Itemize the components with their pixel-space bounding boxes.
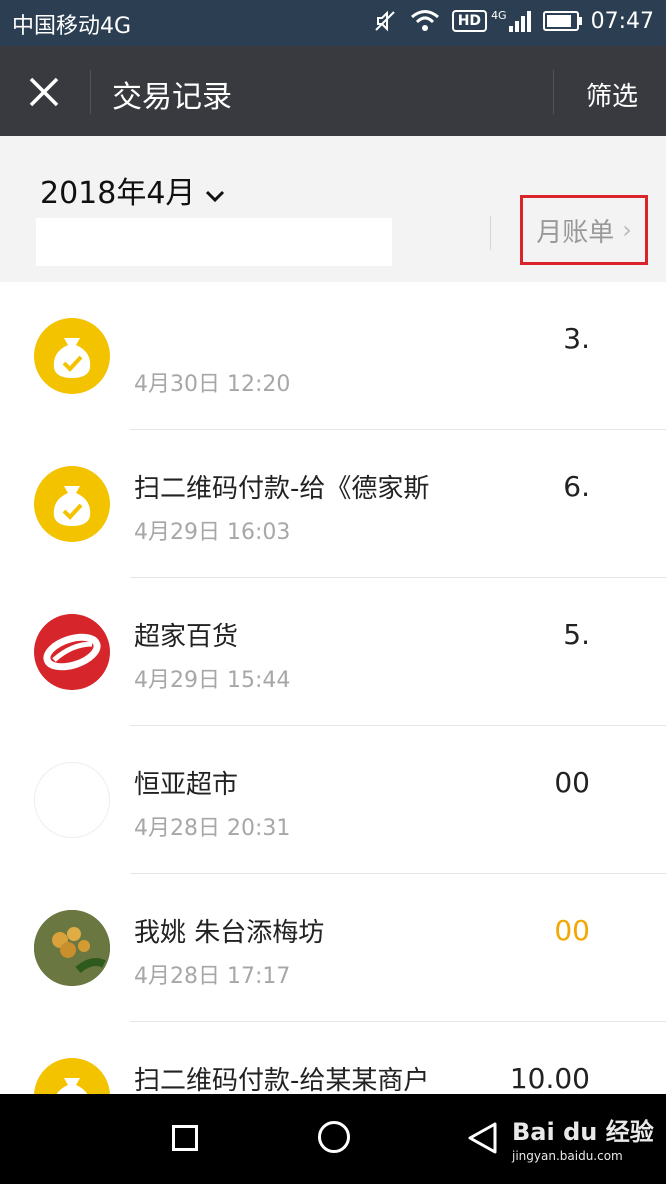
transaction-time: 4月28日 17:17 (134, 964, 291, 989)
baidu-watermark: Bai du 经验 jingyan.baidu.com (512, 1112, 654, 1163)
month-summary: 2018年4月 月账单 › (0, 136, 666, 282)
transaction-name: 超家百货 (134, 622, 239, 650)
carrier-label: 中国移动4G (12, 14, 132, 39)
money-bag-icon (34, 466, 110, 542)
transaction-time: 4月29日 16:03 (134, 520, 291, 545)
transaction-amount: 00 (554, 914, 590, 947)
transaction-list: 4月30日 12:20 3. 扫二维码付款-给《德家斯 4月29日 16:03 6. 超家… (0, 282, 666, 1170)
hd-icon: HD (451, 10, 488, 32)
back-icon[interactable] (466, 1121, 498, 1155)
red-logo (34, 614, 110, 690)
mute-icon (375, 10, 395, 32)
monthly-bill-button[interactable]: 月账单 › (520, 195, 648, 265)
transaction-name: 恒亚超市 (134, 770, 239, 798)
transaction-amount: 00 (554, 766, 590, 799)
chevron-right-icon: › (622, 216, 632, 244)
recent-apps-icon[interactable] (172, 1125, 198, 1151)
blank-avatar (34, 762, 110, 838)
status-bar: 中国移动4G HD 4G 07:47 (0, 0, 666, 46)
summary-amount-mask (36, 218, 392, 266)
chevron-down-icon (206, 190, 225, 203)
transaction-name: 扫二维码付款-给《德家斯 (134, 474, 430, 502)
month-label: 2018年4月 (40, 176, 196, 211)
transaction-amount: 3. (563, 322, 590, 355)
clock: 07:47 (590, 8, 654, 34)
watermark-url: jingyan.baidu.com (512, 1149, 623, 1163)
transaction-name: 我姚 朱台添梅坊 (134, 918, 325, 946)
transaction-row[interactable]: 超家百货 4月29日 15:44 5. (0, 578, 666, 726)
transaction-name (134, 320, 474, 354)
filter-divider (553, 70, 554, 114)
fruit-photo (34, 910, 110, 986)
transaction-time: 4月29日 15:44 (134, 668, 291, 693)
month-selector[interactable]: 2018年4月 (40, 168, 225, 212)
bill-divider (490, 216, 491, 250)
transaction-row[interactable]: 4月30日 12:20 3. (0, 282, 666, 430)
status-icons: HD 4G 07:47 (372, 8, 654, 34)
system-nav-bar: Bai du 经验 jingyan.baidu.com (0, 1094, 666, 1184)
transaction-row[interactable]: 我姚 朱台添梅坊 4月28日 17:17 00 (0, 874, 666, 1022)
signal-icon: 4G (491, 9, 531, 32)
watermark-brand: Bai du 经验 (512, 1118, 654, 1146)
close-button[interactable] (18, 66, 70, 118)
transaction-amount: 5. (563, 618, 590, 651)
wifi-icon (410, 10, 439, 31)
close-icon (29, 77, 59, 107)
home-icon[interactable] (318, 1121, 350, 1153)
monthly-bill-label: 月账单 (536, 217, 615, 248)
page-title: 交易记录 (112, 80, 232, 115)
money-bag-icon (34, 318, 110, 394)
transaction-time: 4月30日 12:20 (134, 372, 291, 397)
transaction-row[interactable]: 扫二维码付款-给《德家斯 4月29日 16:03 6. (0, 430, 666, 578)
network-type-label: 4G (491, 9, 507, 22)
filter-button[interactable]: 筛选 (586, 76, 638, 113)
transaction-name: 扫二维码付款-给某某商户 (134, 1066, 430, 1094)
transaction-amount: 10.00 (509, 1062, 590, 1095)
transaction-time: 4月28日 20:31 (134, 816, 291, 841)
top-bar: 交易记录 筛选 (0, 46, 666, 136)
title-divider (90, 70, 91, 114)
transaction-amount: 6. (563, 470, 590, 503)
battery-icon (542, 11, 582, 31)
transaction-row[interactable]: 恒亚超市 4月28日 20:31 00 (0, 726, 666, 874)
